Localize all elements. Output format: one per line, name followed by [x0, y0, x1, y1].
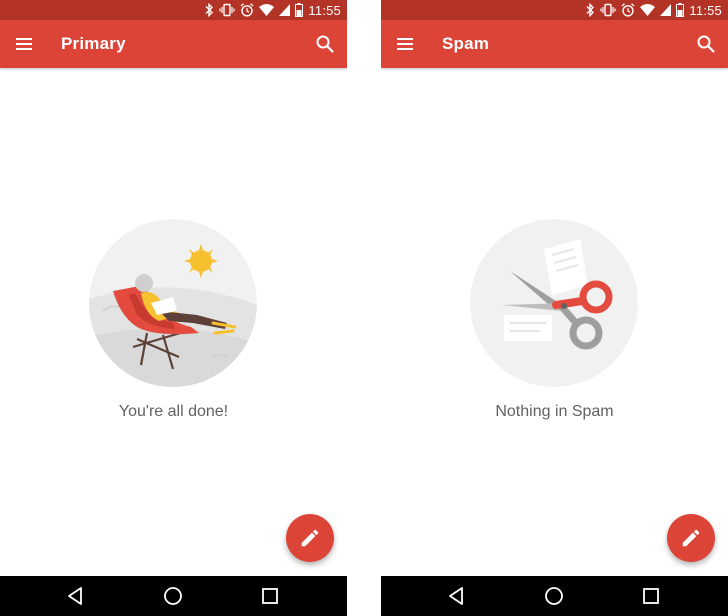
alarm-icon — [240, 3, 254, 17]
app-bar: Spam — [381, 20, 728, 68]
system-nav-bar — [381, 576, 728, 616]
status-bar: 11:55 — [0, 0, 347, 20]
app-bar: Primary — [0, 20, 347, 68]
back-triangle-icon[interactable] — [445, 584, 469, 608]
search-icon[interactable] — [694, 32, 718, 56]
status-icons: 11:55 — [204, 2, 341, 18]
battery-icon — [295, 3, 304, 17]
search-icon[interactable] — [313, 32, 337, 56]
wifi-icon — [640, 4, 656, 16]
pencil-icon — [682, 529, 700, 547]
scissors-cutting-paper-icon — [470, 219, 638, 387]
signal-icon — [279, 4, 291, 16]
page-title: Primary — [61, 34, 126, 53]
spam-screen: 11:55 Spam Nothing in Spam — [381, 0, 728, 616]
wifi-icon — [259, 4, 275, 16]
status-icons: 11:55 — [585, 2, 722, 18]
status-time: 11:55 — [689, 2, 722, 18]
home-circle-icon[interactable] — [161, 584, 185, 608]
compose-button[interactable] — [667, 514, 715, 562]
pencil-icon — [301, 529, 319, 547]
system-nav-bar — [0, 576, 347, 616]
vibrate-icon — [600, 3, 617, 17]
compose-button[interactable] — [286, 514, 334, 562]
page-title: Spam — [442, 34, 490, 53]
status-time: 11:55 — [308, 2, 341, 18]
back-triangle-icon[interactable] — [64, 584, 88, 608]
home-circle-icon[interactable] — [542, 584, 566, 608]
primary-screen: 11:55 Primary You're all done! — [0, 0, 347, 616]
person-relaxing-in-lounge-chair-icon — [89, 219, 257, 387]
vibrate-icon — [219, 3, 236, 17]
signal-icon — [660, 4, 672, 16]
bluetooth-icon — [205, 3, 214, 17]
hamburger-menu-icon[interactable] — [393, 32, 417, 56]
status-bar: 11:55 — [381, 0, 728, 20]
battery-icon — [676, 3, 685, 17]
empty-state-message: Nothing in Spam — [495, 403, 614, 420]
hamburger-menu-icon[interactable] — [12, 32, 36, 56]
empty-state-message: You're all done! — [118, 403, 229, 420]
recents-square-icon[interactable] — [258, 584, 282, 608]
bluetooth-icon — [586, 3, 595, 17]
alarm-icon — [621, 3, 635, 17]
recents-square-icon[interactable] — [639, 584, 663, 608]
